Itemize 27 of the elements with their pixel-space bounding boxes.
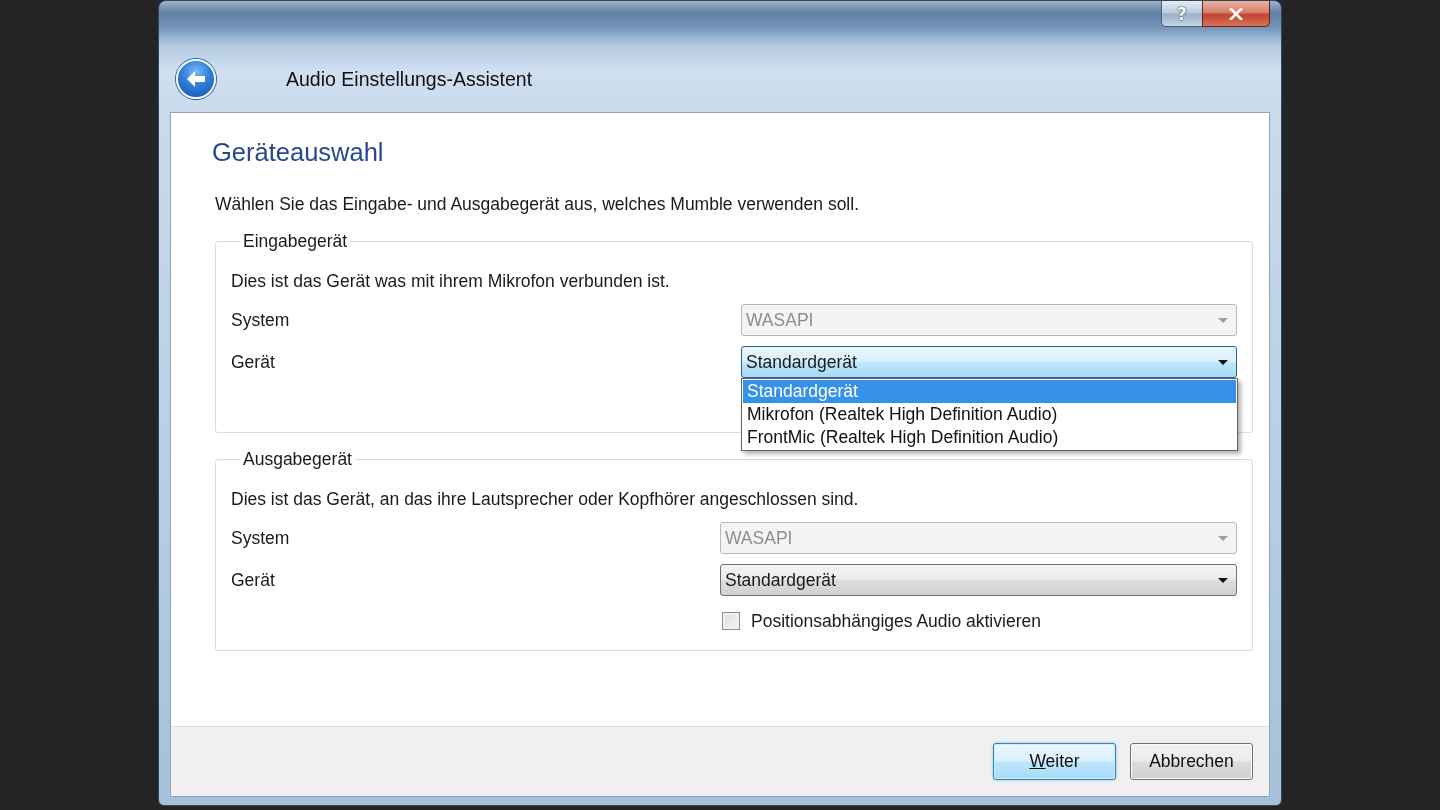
- next-button[interactable]: Weiter: [993, 743, 1116, 780]
- dropdown-option[interactable]: Mikrofon (Realtek High Definition Audio): [743, 403, 1236, 426]
- close-button[interactable]: [1202, 1, 1270, 27]
- caret-down-icon: [1218, 317, 1228, 323]
- close-icon: [1229, 7, 1243, 20]
- group-description: Dies ist das Gerät was mit ihrem Mikrofon verbunden ist.: [231, 270, 671, 292]
- dropdown-field[interactable]: Standardgerät: [720, 564, 1237, 596]
- page-heading: Geräteauswahl: [212, 138, 385, 166]
- arrow-left-icon: [186, 70, 206, 88]
- field-label: System: [231, 527, 291, 549]
- checkbox[interactable]: [722, 612, 740, 630]
- window-title: Audio Einstellungs-Assistent: [286, 67, 533, 91]
- group-title: Eingabegerät: [242, 230, 349, 252]
- back-button[interactable]: [176, 59, 216, 99]
- field-label: System: [231, 309, 291, 331]
- caret-down-icon: [1218, 535, 1228, 541]
- intro-text: Wählen Sie das Eingabe- und Ausgabegerät aus, welches Mumble verwenden soll.: [215, 193, 860, 215]
- cancel-button[interactable]: Abbrechen: [1130, 743, 1253, 780]
- caret-down-icon: [1218, 359, 1228, 365]
- field-label: Gerät: [231, 569, 276, 591]
- group-title: Ausgabegerät: [242, 448, 353, 470]
- dropdown-option[interactable]: FrontMic (Realtek High Definition Audio): [743, 426, 1236, 449]
- checkbox-label: Positionsabhängiges Audio aktivieren: [751, 610, 1041, 632]
- field-label: Gerät: [231, 351, 276, 373]
- dropdown-field[interactable]: Standardgerät: [741, 346, 1237, 378]
- caret-down-icon: [1218, 577, 1228, 583]
- group-description: Dies ist das Gerät, an das ihre Lautsprecher oder Kopfhörer angeschlossen sind.: [231, 488, 860, 510]
